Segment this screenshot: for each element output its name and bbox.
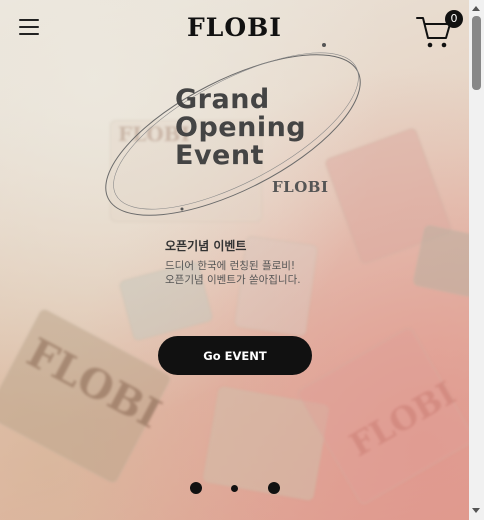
hero-title-line: Grand — [175, 84, 270, 115]
site-logo[interactable]: FLOBI — [0, 13, 469, 42]
carousel-dot-2[interactable] — [231, 485, 238, 492]
scroll-down-arrow-icon[interactable] — [472, 508, 480, 513]
event-description-line: 드디어 한국에 런칭된 플로비! — [165, 260, 296, 272]
scrollbar-thumb[interactable] — [472, 16, 481, 90]
carousel-dot-1[interactable] — [190, 482, 202, 494]
event-description-line: 오픈기념 이벤트가 쏟아집니다. — [165, 274, 301, 286]
scroll-up-arrow-icon[interactable] — [472, 6, 480, 11]
event-name: 오픈기념 이벤트 — [165, 239, 247, 253]
site-header: FLOBI 0 — [0, 0, 469, 60]
hero-title: Grand Opening Event — [175, 86, 306, 170]
carousel-dot-3[interactable] — [268, 482, 280, 494]
vertical-scrollbar[interactable] — [469, 0, 484, 520]
event-description: 드디어 한국에 런칭된 플로비! 오픈기념 이벤트가 쏟아집니다. — [165, 259, 301, 287]
hero-brand-text: FLOBI — [272, 178, 329, 196]
hero-title-line: Event — [175, 140, 264, 171]
hero-banner: FLOBI FLOBI FLOBI Grand Opening Event FL… — [0, 0, 469, 520]
cart-count-badge: 0 — [445, 10, 463, 28]
go-event-button[interactable]: Go EVENT — [158, 336, 312, 375]
hero-title-line: Opening — [175, 112, 307, 143]
carousel-pagination — [0, 482, 469, 496]
